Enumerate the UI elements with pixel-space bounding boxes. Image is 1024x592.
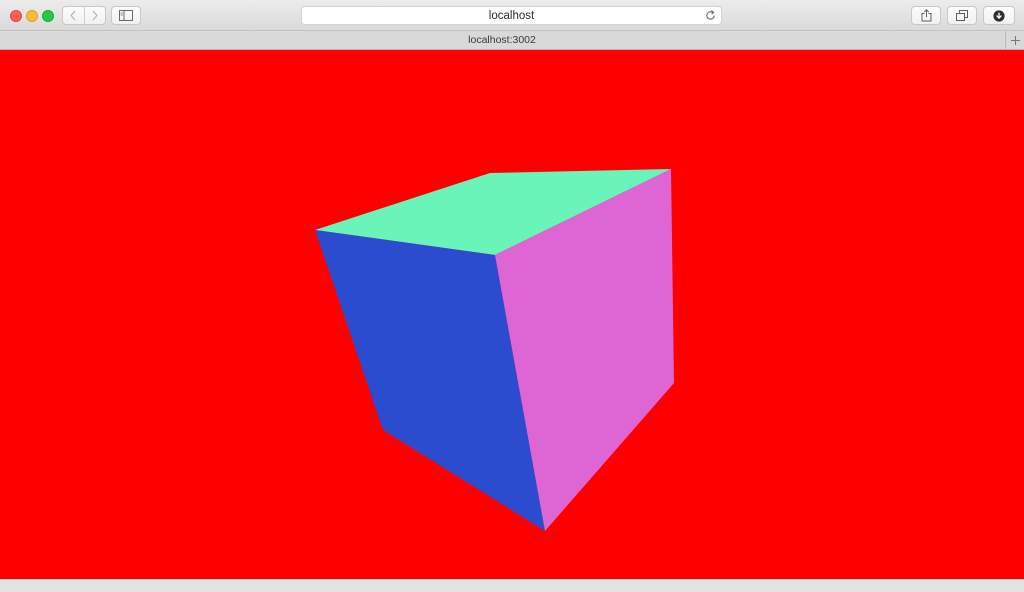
chevron-right-icon	[92, 10, 98, 21]
sidebar-icon	[119, 10, 133, 21]
sidebar-toggle-button[interactable]	[111, 6, 141, 25]
download-icon	[993, 9, 1005, 22]
address-bar[interactable]: localhost	[301, 6, 722, 25]
active-tab[interactable]: localhost:3002	[0, 34, 1004, 46]
window-bottom-edge	[0, 579, 1024, 592]
maximize-window-button[interactable]	[42, 10, 54, 22]
webgl-canvas[interactable]	[0, 50, 1024, 579]
page-viewport	[0, 50, 1024, 579]
browser-toolbar: localhost	[0, 0, 1024, 31]
chevron-left-icon	[70, 10, 76, 21]
minimize-window-button[interactable]	[26, 10, 38, 22]
close-window-button[interactable]	[10, 10, 22, 22]
tab-bar: localhost:3002	[0, 31, 1024, 50]
navigation-buttons	[62, 6, 106, 25]
forward-button[interactable]	[83, 7, 106, 24]
reload-icon	[706, 10, 715, 20]
browser-window: localhost localhost:3002	[0, 0, 1024, 592]
tab-overview-button[interactable]	[947, 6, 977, 25]
new-tab-button[interactable]	[1005, 31, 1024, 49]
share-button[interactable]	[911, 6, 941, 25]
address-bar-text[interactable]: localhost	[302, 9, 721, 23]
downloads-button[interactable]	[983, 6, 1015, 25]
reload-button[interactable]	[704, 9, 717, 22]
back-button[interactable]	[63, 7, 84, 24]
plus-icon	[1010, 35, 1020, 45]
tabs-overview-icon	[956, 10, 968, 21]
share-icon	[921, 9, 931, 22]
